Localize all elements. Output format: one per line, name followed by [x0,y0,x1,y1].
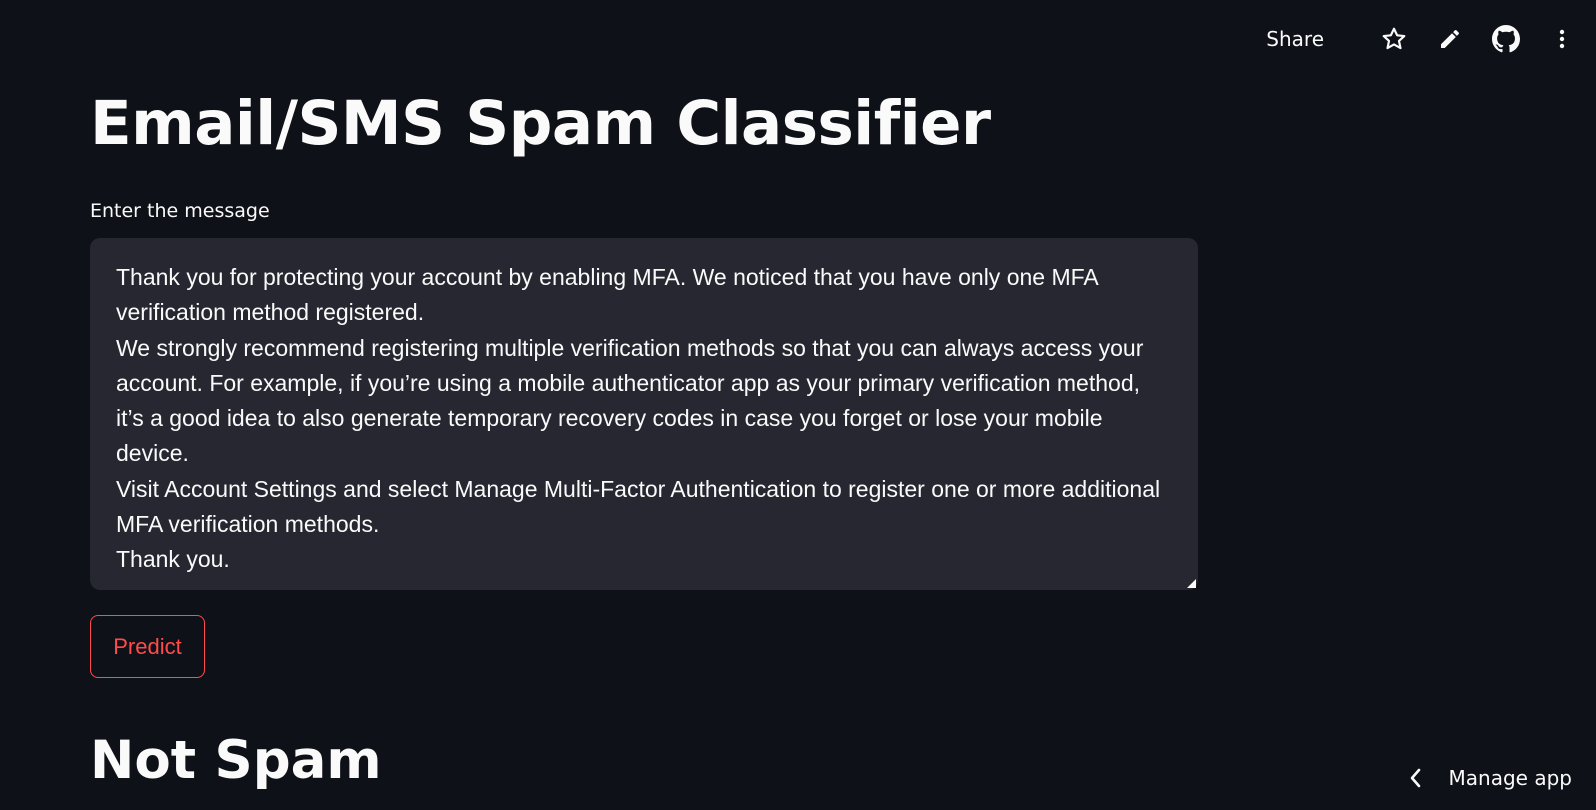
page-title: Email/SMS Spam Classifier [90,88,991,159]
predict-button[interactable]: Predict [90,615,205,678]
chevron-left-icon [1409,767,1423,789]
star-icon[interactable] [1380,25,1408,53]
message-textarea[interactable] [90,238,1198,590]
message-input-label: Enter the message [90,200,270,222]
manage-app-button[interactable]: Manage app [1409,766,1572,790]
manage-app-label: Manage app [1448,766,1572,790]
pencil-icon[interactable] [1436,25,1464,53]
github-icon[interactable] [1492,25,1520,53]
prediction-result: Not Spam [90,730,382,791]
message-textarea-container [90,238,1198,590]
share-button[interactable]: Share [1266,27,1324,51]
top-toolbar: Share [1266,0,1596,78]
more-vertical-icon[interactable] [1548,25,1576,53]
resize-handle-icon[interactable] [1187,579,1196,588]
